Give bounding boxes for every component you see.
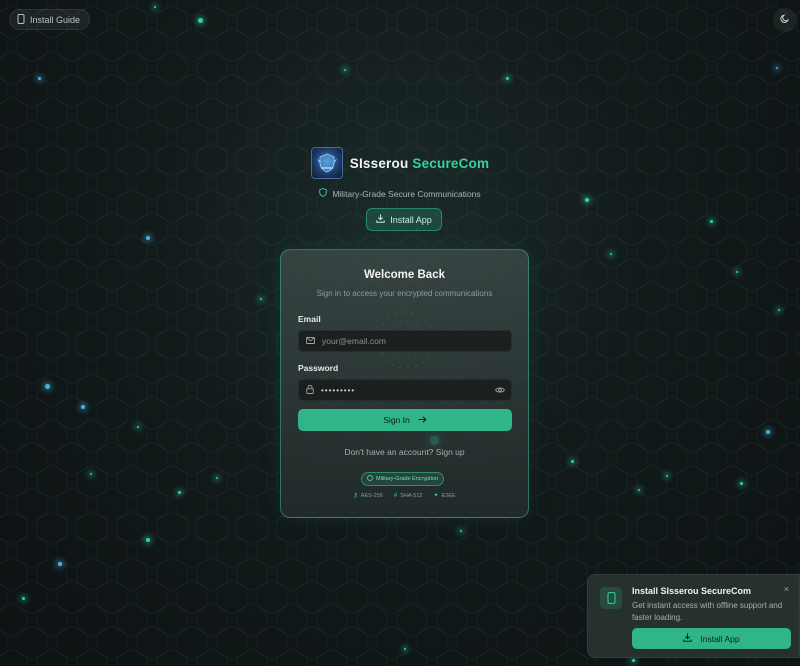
eye-icon[interactable] [495, 386, 505, 396]
sign-in-label: Sign In [383, 415, 410, 425]
theme-toggle-button[interactable] [773, 8, 797, 32]
brand-name-primary: SIsserou [349, 155, 409, 171]
smartphone-icon [600, 587, 622, 609]
sign-in-button[interactable]: Sign In [298, 409, 512, 431]
login-subtitle: Sign in to access your encrypted communi… [316, 289, 493, 298]
feature-aes-label: AES-256 [360, 492, 383, 499]
brand-header: SIsserou SecureCom [0, 147, 800, 179]
hash-icon: # [393, 492, 398, 499]
toast-install-button[interactable]: Install App [632, 628, 791, 649]
app-logo [310, 147, 343, 179]
feature-sha: # SHA-512 [394, 492, 423, 499]
download-icon [683, 633, 693, 644]
feature-aes: ⚷ AES-256 [353, 492, 383, 500]
feature-sha-label: SHA-512 [400, 492, 423, 499]
lock-icon [306, 384, 314, 396]
login-title: Welcome Back [364, 269, 445, 281]
email-placeholder: your@email.com [322, 336, 386, 346]
install-app-button[interactable]: Install App [366, 208, 442, 231]
email-label: Email [298, 314, 321, 324]
install-toast: Install SIsserou SecureCom Get instant a… [587, 574, 800, 658]
moon-icon [780, 11, 790, 29]
download-icon [376, 214, 385, 225]
close-icon[interactable]: × [784, 584, 789, 594]
arrow-right-icon [418, 415, 427, 425]
password-field[interactable]: ••••••••• [298, 379, 512, 401]
toast-title: Install SIsserou SecureCom [632, 586, 752, 596]
feature-e2ee: ✦ E2EE [433, 492, 456, 500]
tagline: Military-Grade Secure Communications [0, 188, 800, 199]
password-label: Password [298, 363, 339, 373]
signup-link[interactable]: Sign up [436, 447, 465, 457]
brand-name: SIsserou SecureCom [350, 156, 489, 171]
shield-icon [319, 188, 328, 199]
login-card: Welcome Back Sign in to access your encr… [280, 249, 529, 518]
encryption-features: ⚷ AES-256 # SHA-512 ✦ E2EE [281, 492, 528, 500]
key-icon: ⚷ [353, 493, 358, 499]
signup-prompt: Don't have an account? Sign up [281, 447, 528, 457]
install-app-label: Install App [390, 214, 432, 225]
fingerprint-icon: ✦ [433, 493, 439, 499]
feature-e2ee-label: E2EE [441, 492, 456, 499]
tagline-text: Military-Grade Secure Communications [332, 188, 481, 199]
mail-icon [306, 336, 315, 346]
brand-name-accent: SecureCom [412, 155, 490, 171]
email-field[interactable]: your@email.com [298, 330, 512, 352]
encryption-badge: Military-Grade Encryption [361, 472, 445, 486]
password-value: ••••••••• [321, 385, 356, 395]
toast-install-label: Install App [700, 633, 740, 644]
install-guide-label: Install Guide [30, 14, 81, 25]
toast-description: Get instant access with offline support … [632, 601, 783, 622]
phone-icon [17, 13, 25, 26]
encryption-badge-label: Military-Grade Encryption [376, 476, 439, 482]
signup-prompt-text: Don't have an account? [344, 447, 434, 457]
shield-check-icon [367, 475, 373, 483]
install-guide-button[interactable]: Install Guide [9, 9, 91, 30]
